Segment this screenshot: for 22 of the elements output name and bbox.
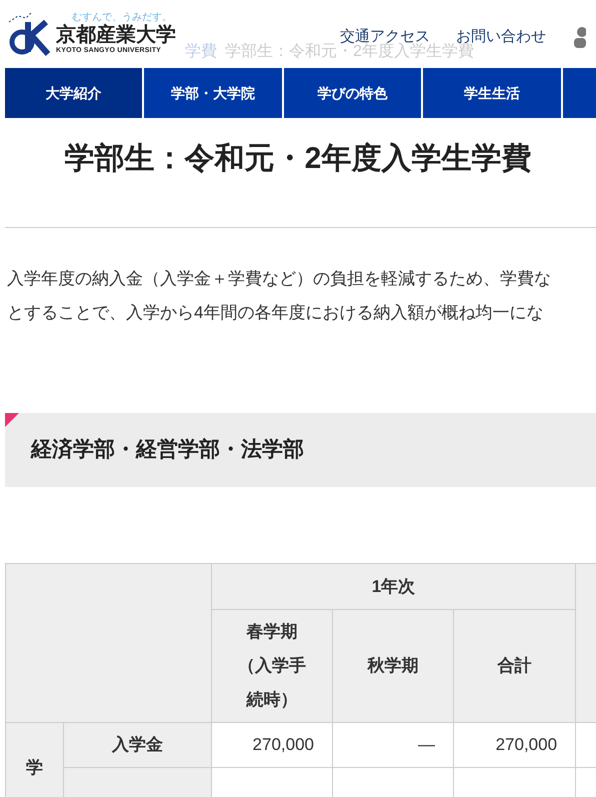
header-cell: 合計 xyxy=(454,610,576,722)
logo-title: 京都産業大学 xyxy=(56,24,176,44)
header-cell: 学 xyxy=(6,722,64,797)
nav-tab[interactable]: 大学紹介 xyxy=(5,68,142,118)
section-heading: 経済学部・経営学部・法学部 xyxy=(5,413,596,487)
logo-tagline: むすんで、うみだす。 xyxy=(72,12,173,22)
header-cell: 春学期（入学手続時） xyxy=(212,610,332,722)
corner-icon xyxy=(5,413,19,427)
table-cell: — xyxy=(332,722,454,768)
intro-text: とすることで、入学から4年間の各年度における納入額が概ね均一にな xyxy=(7,302,544,324)
intro-text: 入学年度の納入金（入学金＋学費など）の負担を軽減するため、学費な xyxy=(7,268,552,290)
header-cell: 1年次 xyxy=(212,564,576,610)
page-title: 学部生：令和元・2年度入学生学費 xyxy=(64,141,532,177)
table-cell: 270,000 xyxy=(212,722,332,768)
nav-tab[interactable]: 学部・大学院 xyxy=(144,68,282,118)
nav-tab[interactable]: 学びの特色 xyxy=(284,68,422,118)
logo-icon xyxy=(6,10,52,56)
nav-tab[interactable]: 学生生活 xyxy=(423,68,561,118)
table-cell: 270,000 xyxy=(454,722,576,768)
user-icon[interactable] xyxy=(572,26,586,48)
header-cell: 入学金 xyxy=(64,722,212,768)
header-cell: 秋学期 xyxy=(332,610,454,722)
